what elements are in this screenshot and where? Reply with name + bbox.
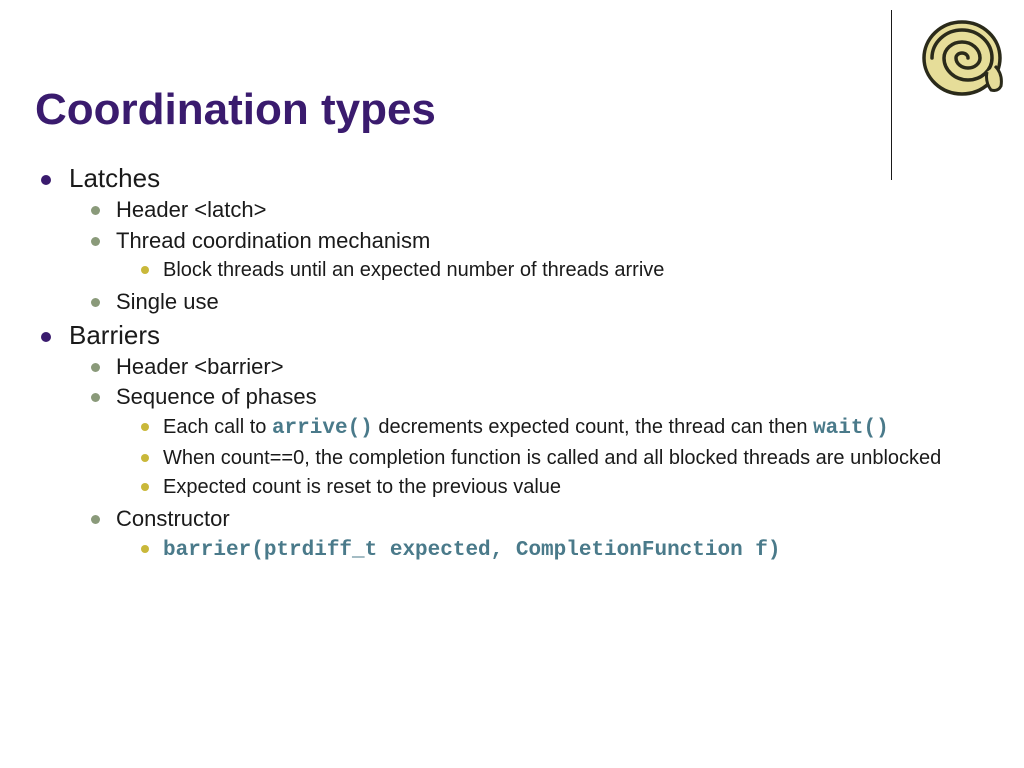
bullet-dot-icon (91, 393, 100, 402)
list-item-label: Constructor (116, 505, 230, 534)
list-item-label: Header <barrier> (116, 353, 284, 382)
bullet-dot-icon (91, 206, 100, 215)
snail-icon (909, 12, 1004, 100)
vertical-divider (891, 10, 893, 180)
list-item-label: Single use (116, 288, 219, 317)
bullet-dot-icon (91, 298, 100, 307)
list-item-label: Barriers (69, 320, 160, 351)
list-item-label: When count==0, the completion function i… (163, 445, 941, 472)
bullet-dot-icon (141, 483, 149, 491)
list-item-label: Each call to arrive() decrements expecte… (163, 414, 889, 443)
content-list: Latches Header <latch> Thread coordinati… (35, 163, 989, 565)
slide-title: Coordination types (35, 85, 989, 135)
list-item-label: Thread coordination mechanism (116, 227, 430, 256)
bullet-dot-icon (141, 423, 149, 431)
list-item-label: Latches (69, 163, 160, 194)
bullet-dot-icon (91, 515, 100, 524)
list-item-label: Header <latch> (116, 196, 266, 225)
bullet-dot-icon (141, 545, 149, 553)
bullet-dot-icon (91, 363, 100, 372)
list-item-label: barrier(ptrdiff_t expected, CompletionFu… (163, 536, 781, 565)
bullet-dot-icon (141, 266, 149, 274)
list-item-label: Block threads until an expected number o… (163, 257, 664, 284)
bullet-dot-icon (41, 175, 51, 185)
bullet-dot-icon (41, 332, 51, 342)
list-item-label: Sequence of phases (116, 383, 317, 412)
list-item-label: Expected count is reset to the previous … (163, 474, 561, 501)
bullet-dot-icon (141, 454, 149, 462)
bullet-dot-icon (91, 237, 100, 246)
slide-container: Coordination types Latches Header <latch… (0, 0, 1024, 768)
